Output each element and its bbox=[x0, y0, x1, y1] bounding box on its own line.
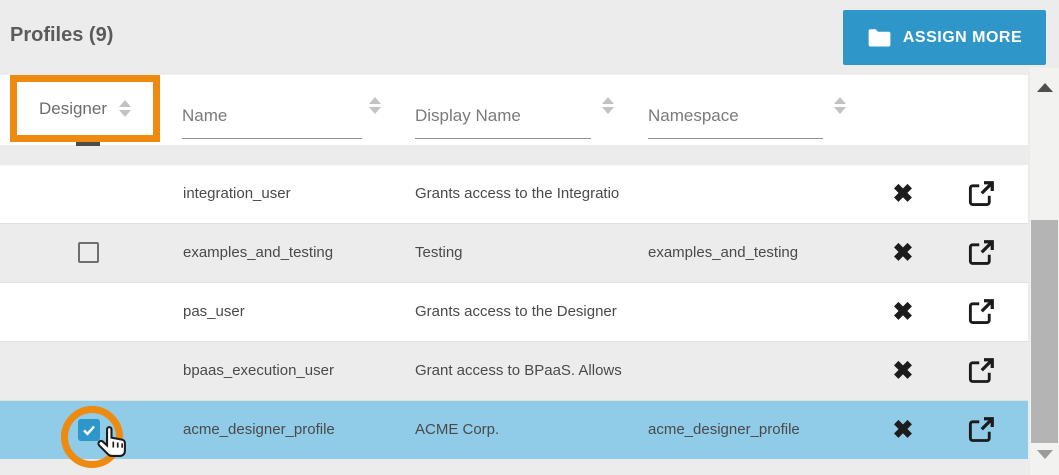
assign-more-button[interactable]: ASSIGN MORE bbox=[843, 10, 1046, 65]
remove-button[interactable]: ✖ bbox=[884, 283, 922, 341]
table-row-selected[interactable]: acme_designer_profile ACME Corp. acme_de… bbox=[0, 401, 1028, 459]
cell-name: pas_user bbox=[183, 283, 245, 341]
table-header: Designer Name Display Name Namespace bbox=[0, 75, 1028, 145]
remove-icon: ✖ bbox=[893, 179, 914, 209]
cell-namespace: acme_designer_profile bbox=[648, 401, 800, 459]
external-link-icon bbox=[966, 415, 996, 445]
sort-designer-icon[interactable] bbox=[119, 100, 131, 117]
scrollbar-down-arrow[interactable] bbox=[1037, 450, 1053, 459]
column-header-name: Name bbox=[182, 106, 227, 125]
table-row[interactable]: examples_and_testing Testing examples_an… bbox=[0, 224, 1028, 283]
page-title: Profiles (9) bbox=[10, 24, 113, 47]
cell-display-name: Grants access to the Integratio bbox=[415, 165, 619, 223]
display-name-filter-input[interactable]: Display Name bbox=[415, 106, 591, 139]
table-row[interactable]: pas_user Grants access to the Designer ✖ bbox=[0, 283, 1028, 342]
cell-display-name: ACME Corp. bbox=[415, 401, 499, 459]
external-link-icon bbox=[966, 356, 996, 386]
table-row[interactable]: integration_user Grants access to the In… bbox=[0, 165, 1028, 224]
table-row[interactable]: bpaas_execution_user Grant access to BPa… bbox=[0, 342, 1028, 401]
cell-name: integration_user bbox=[183, 165, 291, 223]
name-filter-input[interactable]: Name bbox=[182, 106, 362, 139]
open-external-button[interactable] bbox=[960, 224, 1002, 282]
scrollbar-thumb[interactable] bbox=[1031, 220, 1058, 443]
designer-column-highlight: Designer bbox=[10, 75, 160, 142]
open-external-button[interactable] bbox=[960, 342, 1002, 400]
remove-icon: ✖ bbox=[893, 297, 914, 327]
profiles-table: integration_user Grants access to the In… bbox=[0, 165, 1028, 459]
external-link-icon bbox=[966, 238, 996, 268]
assign-more-label: ASSIGN MORE bbox=[903, 29, 1022, 47]
open-external-button[interactable] bbox=[960, 283, 1002, 341]
column-header-namespace: Namespace bbox=[648, 106, 739, 125]
cell-name: acme_designer_profile bbox=[183, 401, 335, 459]
remove-button[interactable]: ✖ bbox=[884, 401, 922, 459]
remove-icon: ✖ bbox=[893, 415, 914, 445]
designer-checkbox-unchecked[interactable] bbox=[78, 242, 99, 263]
external-link-icon bbox=[966, 297, 996, 327]
cell-display-name: Grants access to the Designer bbox=[415, 283, 617, 341]
cell-name: examples_and_testing bbox=[183, 224, 333, 282]
remove-button[interactable]: ✖ bbox=[884, 224, 922, 282]
hand-cursor-icon bbox=[95, 424, 131, 466]
cell-display-name: Testing bbox=[415, 224, 463, 282]
scrollbar-up-arrow[interactable] bbox=[1037, 83, 1053, 92]
sort-name-icon[interactable] bbox=[369, 97, 381, 114]
column-header-designer[interactable]: Designer bbox=[39, 99, 107, 119]
open-external-button[interactable] bbox=[960, 401, 1002, 459]
cell-display-name: Grant access to BPaaS. Allows bbox=[415, 342, 622, 400]
sort-namespace-icon[interactable] bbox=[834, 97, 846, 114]
remove-icon: ✖ bbox=[893, 238, 914, 268]
column-header-display-name: Display Name bbox=[415, 106, 521, 125]
remove-button[interactable]: ✖ bbox=[884, 165, 922, 223]
namespace-filter-input[interactable]: Namespace bbox=[648, 106, 823, 139]
cell-namespace: examples_and_testing bbox=[648, 224, 798, 282]
open-external-button[interactable] bbox=[960, 165, 1002, 223]
profiles-panel: Profiles (9) ASSIGN MORE Designer Name D… bbox=[0, 0, 1059, 475]
cell-name: bpaas_execution_user bbox=[183, 342, 334, 400]
external-link-icon bbox=[966, 179, 996, 209]
folder-icon bbox=[867, 27, 892, 48]
remove-icon: ✖ bbox=[893, 356, 914, 386]
sort-display-name-icon[interactable] bbox=[602, 97, 614, 114]
remove-button[interactable]: ✖ bbox=[884, 342, 922, 400]
select-all-checkbox-partial[interactable] bbox=[76, 142, 100, 146]
